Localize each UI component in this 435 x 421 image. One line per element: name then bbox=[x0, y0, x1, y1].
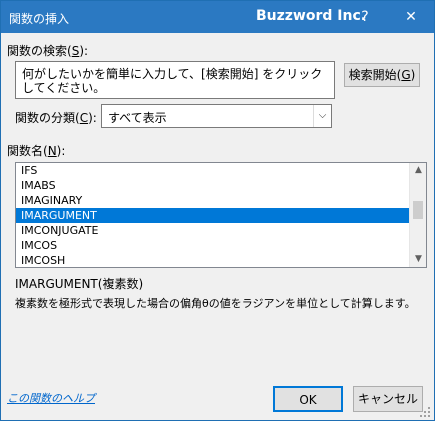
resize-grip-icon[interactable] bbox=[420, 407, 430, 417]
function-list-item[interactable]: IMCOS bbox=[16, 238, 409, 253]
titlebar: 関数の挿入 Buzzword Inc. ? ✕ bbox=[1, 1, 434, 33]
category-label: 関数の分類(C): bbox=[15, 111, 97, 125]
function-list-item[interactable]: IMCOSH bbox=[16, 253, 409, 268]
close-icon[interactable]: ✕ bbox=[399, 7, 423, 27]
search-label: 関数の検索(S): bbox=[7, 44, 89, 58]
function-description: 複素数を極形式で表現した場合の偏角θの値をラジアンを単位として計算します。 bbox=[15, 297, 416, 310]
function-list[interactable]: IFS IMABS IMAGINARY IMARGUMENT IMCONJUGATE IM… bbox=[15, 162, 427, 268]
function-signature: IMARGUMENT(複素数) bbox=[15, 277, 144, 291]
insert-function-dialog: 関数の挿入 Buzzword Inc. ? ✕ 関数の検索(S): 何がしたいか… bbox=[0, 0, 435, 421]
scroll-up-icon[interactable]: ▲ bbox=[410, 163, 427, 178]
function-list-item[interactable]: IMABS bbox=[16, 178, 409, 193]
ok-button[interactable]: OK bbox=[273, 386, 343, 412]
help-icon[interactable]: ? bbox=[353, 7, 377, 27]
scroll-down-icon[interactable]: ▼ bbox=[410, 252, 427, 267]
dialog-title: 関数の挿入 bbox=[9, 12, 70, 26]
scroll-thumb[interactable] bbox=[413, 201, 423, 219]
function-list-item[interactable]: IMARGUMENT bbox=[16, 208, 409, 223]
function-help-link[interactable]: この関数のヘルプ bbox=[7, 390, 95, 406]
search-input-text: 何がしたいかを簡単に入力して、[検索開始] をクリックしてください。 bbox=[22, 67, 323, 95]
function-list-item[interactable]: IFS bbox=[16, 163, 409, 178]
function-name-label: 関数名(N): bbox=[7, 144, 66, 158]
brand-name: Buzzword Inc. bbox=[256, 8, 367, 24]
function-list-items: IFS IMABS IMAGINARY IMARGUMENT IMCONJUGATE IM… bbox=[16, 163, 409, 267]
list-scrollbar[interactable]: ▲ ▼ bbox=[409, 163, 426, 267]
chevron-down-icon[interactable]: ⌵ bbox=[313, 105, 331, 127]
category-selected-value: すべて表示 bbox=[108, 111, 167, 125]
function-list-item[interactable]: IMAGINARY bbox=[16, 193, 409, 208]
search-start-button[interactable]: 検索開始(G) bbox=[344, 63, 420, 87]
cancel-button[interactable]: キャンセル bbox=[353, 386, 423, 412]
search-input[interactable]: 何がしたいかを簡単に入力して、[検索開始] をクリックしてください。 bbox=[15, 61, 335, 99]
function-list-item[interactable]: IMCONJUGATE bbox=[16, 223, 409, 238]
category-select[interactable]: すべて表示 ⌵ bbox=[101, 104, 332, 128]
